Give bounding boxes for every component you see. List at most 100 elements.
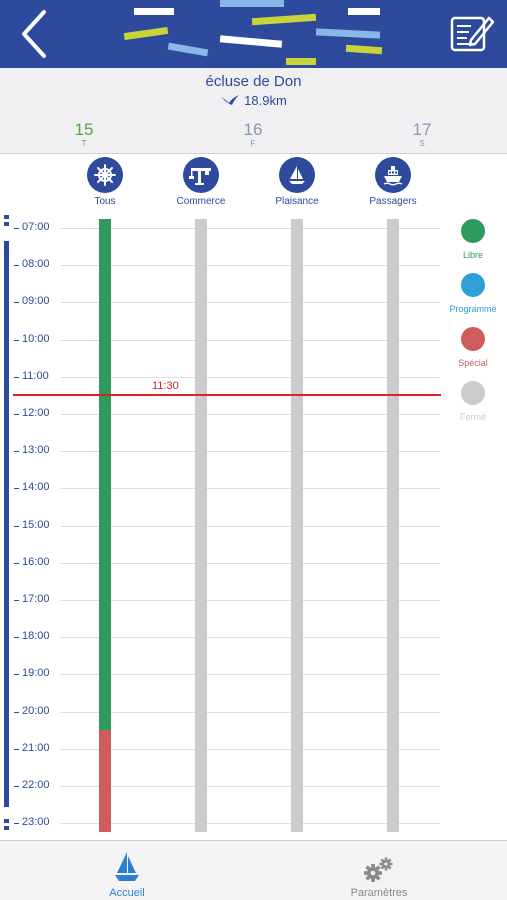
lock-info-panel: écluse de Don 18.9km 15 T 16 F 17 S	[0, 68, 507, 154]
banner-stripe	[345, 44, 383, 55]
status-bar-plaisance[interactable]	[291, 218, 303, 832]
hour-tick	[14, 823, 19, 825]
hour-tick	[14, 302, 19, 304]
hour-tick	[14, 339, 19, 341]
edit-form-icon	[450, 16, 495, 52]
hour-label: 13:00	[22, 444, 50, 457]
legend-item: Fermé	[444, 381, 502, 422]
hour-tick	[14, 674, 19, 676]
legend-dot	[461, 219, 485, 243]
hour-tick	[14, 600, 19, 601]
legend-label: Programmé	[449, 304, 497, 314]
category-circle	[375, 157, 411, 193]
schedule-timeline: 07:00 08:00 09:00 10:00 11:00 12:00 13:00 14:00…	[0, 210, 507, 840]
hour-label: 12:00	[22, 407, 50, 419]
hour-gridline	[60, 748, 440, 750]
status-bar-commerce[interactable]	[195, 218, 207, 832]
status-bar-passagers[interactable]	[387, 218, 399, 832]
day-17[interactable]: 17 S	[402, 120, 442, 148]
tab-label: Paramètres	[350, 887, 408, 899]
ship-wheel-icon	[94, 164, 116, 186]
hour-gridline	[60, 414, 440, 415]
hour-tick	[14, 711, 19, 713]
legend-item: Libre	[444, 219, 502, 260]
banner-stripe	[286, 58, 316, 65]
lock-name: écluse de Don	[205, 73, 302, 90]
category-passagers[interactable]: Passagers	[348, 157, 438, 207]
status-bar-tous[interactable]	[99, 730, 111, 832]
back-button[interactable]	[14, 8, 54, 60]
hour-label: 21:00	[22, 741, 50, 754]
banner-stripe	[220, 0, 284, 7]
banner-stripe	[315, 28, 381, 39]
tab-label: Accueil	[109, 887, 145, 899]
day-letter: S	[419, 139, 425, 148]
hour-gridline	[60, 823, 440, 825]
hour-tick	[14, 228, 19, 229]
hour-label: 09:00	[22, 295, 50, 308]
legend-dot	[461, 273, 485, 297]
time-scrollbar[interactable]	[4, 215, 9, 835]
status-bar-tous[interactable]	[99, 218, 111, 731]
hour-label: 23:00	[22, 816, 50, 829]
hour-tick	[14, 637, 19, 639]
category-commerce[interactable]: Commerce	[156, 157, 246, 207]
crane-icon	[189, 168, 211, 185]
category-tous[interactable]: Tous	[60, 157, 150, 207]
hour-label: 14:00	[22, 481, 50, 494]
day-number: 15	[74, 120, 94, 139]
day-letter: T	[81, 139, 87, 148]
banner-stripe	[167, 42, 209, 57]
hour-tick	[14, 562, 19, 564]
banner-stripe	[251, 13, 317, 26]
category-circle	[183, 157, 219, 193]
passenger-ship-icon	[383, 166, 403, 186]
hour-gridline	[60, 674, 440, 676]
hour-tick	[14, 451, 19, 453]
category-label: Tous	[94, 196, 116, 207]
hour-tick	[14, 786, 19, 787]
hour-gridline	[60, 637, 440, 639]
legend-dot	[461, 381, 485, 405]
hour-gridline	[60, 600, 440, 601]
hour-label: 18:00	[22, 630, 50, 643]
edit-button[interactable]	[449, 10, 495, 56]
hour-tick	[14, 488, 19, 490]
hour-label: 08:00	[22, 258, 50, 271]
banner-stripe	[219, 35, 283, 48]
hour-tick	[14, 748, 19, 750]
header-bar	[0, 0, 507, 68]
category-circle	[87, 157, 123, 193]
hour-gridline	[60, 562, 440, 564]
day-number: 17	[412, 120, 432, 139]
sailboat-icon	[289, 166, 305, 184]
hour-label: 10:00	[22, 332, 50, 345]
legend-label: Spécial	[458, 358, 488, 368]
day-15[interactable]: 15 T	[64, 120, 104, 148]
distance-value: 18.9km	[244, 93, 287, 108]
tab-parametres[interactable]: Paramètres	[319, 847, 439, 899]
chevron-left-icon	[22, 10, 46, 58]
hour-label: 20:00	[22, 704, 50, 717]
hour-tick	[14, 525, 19, 527]
hour-gridline	[60, 488, 440, 490]
hour-label: 07:00	[22, 221, 50, 233]
hour-gridline	[60, 711, 440, 713]
hour-gridline	[60, 786, 440, 787]
tab-accueil[interactable]: Accueil	[67, 847, 187, 899]
hour-label: 16:00	[22, 555, 50, 568]
hour-label: 22:00	[22, 779, 50, 791]
day-letter: F	[250, 139, 256, 148]
hour-gridline	[60, 376, 440, 378]
hour-tick	[14, 265, 19, 267]
legend-label: Fermé	[459, 412, 486, 422]
hour-gridline	[60, 302, 440, 304]
category-plaisance[interactable]: Plaisance	[252, 157, 342, 207]
day-16[interactable]: 16 F	[233, 120, 273, 148]
banner-stripe	[123, 26, 169, 41]
hour-tick	[14, 414, 19, 415]
hour-gridline	[60, 339, 440, 341]
hour-label: 17:00	[22, 593, 50, 605]
distance-row: 18.9km	[0, 93, 507, 108]
hour-gridline	[60, 451, 440, 453]
